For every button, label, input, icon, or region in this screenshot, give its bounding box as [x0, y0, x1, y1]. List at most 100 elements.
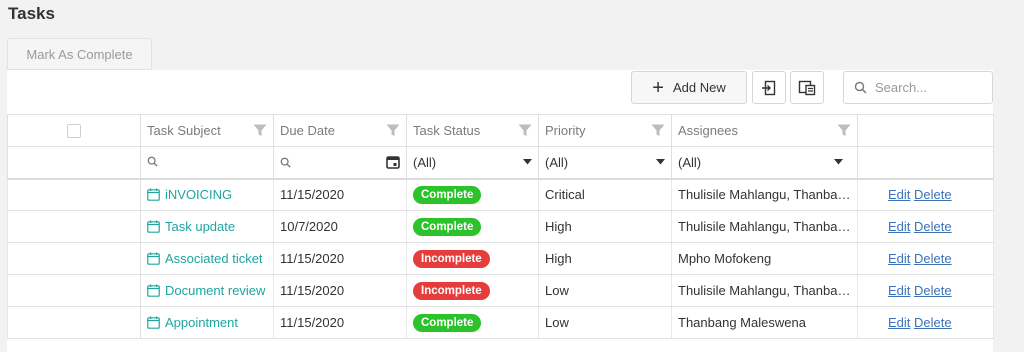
funnel-icon[interactable]	[518, 124, 532, 137]
filter-priority-select[interactable]: (All)	[538, 146, 672, 180]
caret-down-icon	[656, 159, 665, 165]
header-priority[interactable]: Priority	[538, 114, 672, 147]
assignees-text: Thulisile Mahlangu, Thanbang Maleswena	[678, 283, 857, 298]
delete-link[interactable]: Delete	[914, 187, 952, 202]
header-task-status[interactable]: Task Status	[406, 114, 539, 147]
filter-status-select[interactable]: (All)	[406, 146, 539, 180]
edit-link[interactable]: Edit	[888, 283, 910, 298]
cell-due-date: 11/15/2020	[273, 306, 407, 339]
column-chooser-button[interactable]	[790, 71, 824, 104]
search-box[interactable]	[843, 71, 993, 104]
mark-as-complete-button[interactable]: Mark As Complete	[7, 38, 152, 70]
delete-link[interactable]: Delete	[914, 251, 952, 266]
cell-status: Incomplete	[406, 242, 539, 275]
header-assignees[interactable]: Assignees	[671, 114, 858, 147]
delete-link[interactable]: Delete	[914, 219, 952, 234]
cell-actions: Edit Delete	[857, 274, 994, 307]
row-select-cell[interactable]	[7, 274, 141, 307]
row-select-cell[interactable]	[7, 242, 141, 275]
cell-due-date: 11/15/2020	[273, 178, 407, 211]
edit-link[interactable]: Edit	[888, 187, 910, 202]
funnel-icon[interactable]	[651, 124, 665, 137]
due-date-text: 11/15/2020	[280, 283, 345, 298]
cell-assignees: Thanbang Maleswena	[671, 306, 858, 339]
calendar-icon[interactable]	[386, 155, 400, 170]
header-actions	[857, 114, 994, 147]
filter-empty-cell	[7, 146, 141, 180]
table-row[interactable]: Task update 10/7/2020 Complete High Thul…	[7, 210, 994, 243]
assignees-text: Thulisile Mahlangu, Thanbang Maleswena	[678, 219, 857, 234]
cell-subject[interactable]: Appointment	[140, 306, 274, 339]
task-subject-link[interactable]: Task update	[165, 219, 235, 234]
due-date-text: 11/15/2020	[280, 187, 345, 203]
add-new-label: Add New	[672, 80, 726, 95]
table-row[interactable]: Document review 11/15/2020 Incomplete Lo…	[7, 274, 994, 307]
filter-due-date[interactable]	[273, 146, 407, 180]
tasks-grid: Task Subject Due Date Task Status Priori…	[7, 114, 994, 339]
add-new-button[interactable]: + Add New	[631, 71, 747, 104]
task-subject-link[interactable]: iNVOICING	[165, 187, 232, 202]
cell-status: Complete	[406, 178, 539, 211]
edit-link[interactable]: Edit	[888, 251, 910, 266]
filter-subject[interactable]	[140, 146, 274, 180]
table-row[interactable]: Appointment 11/15/2020 Complete Low Than…	[7, 306, 994, 339]
funnel-icon[interactable]	[837, 124, 851, 137]
search-input[interactable]	[875, 80, 985, 95]
cell-priority: High	[538, 210, 672, 243]
calendar-icon	[147, 220, 160, 233]
select-all-cell	[7, 114, 141, 147]
cell-subject[interactable]: Associated ticket	[140, 242, 274, 275]
cell-assignees: Thulisile Mahlangu, Thanbang Maleswena	[671, 274, 858, 307]
task-subject-link[interactable]: Associated ticket	[165, 251, 263, 266]
search-icon	[280, 157, 291, 168]
cell-assignees: Thulisile Mahlangu, Thanbang Maleswena	[671, 178, 858, 211]
funnel-icon[interactable]	[386, 124, 400, 137]
export-button[interactable]	[752, 71, 786, 104]
task-subject-link[interactable]: Appointment	[165, 315, 238, 330]
cell-subject[interactable]: Task update	[140, 210, 274, 243]
select-all-checkbox[interactable]	[67, 123, 81, 138]
cell-due-date: 10/7/2020	[273, 210, 407, 243]
cell-actions: Edit Delete	[857, 242, 994, 275]
cell-actions: Edit Delete	[857, 210, 994, 243]
assignees-text: Thanbang Maleswena	[678, 315, 806, 330]
table-row[interactable]: Associated ticket 11/15/2020 Incomplete …	[7, 242, 994, 275]
cell-priority: Low	[538, 274, 672, 307]
search-icon	[147, 156, 158, 167]
assignees-text: Mpho Mofokeng	[678, 251, 772, 266]
cell-actions: Edit Delete	[857, 178, 994, 211]
cell-subject[interactable]: iNVOICING	[140, 178, 274, 211]
row-select-cell[interactable]	[7, 210, 141, 243]
cell-priority: Critical	[538, 178, 672, 211]
calendar-icon	[147, 316, 160, 329]
calendar-icon	[147, 252, 160, 265]
cell-assignees: Thulisile Mahlangu, Thanbang Maleswena	[671, 210, 858, 243]
task-subject-link[interactable]: Document review	[165, 283, 265, 298]
filter-actions-cell	[857, 146, 994, 180]
header-task-subject[interactable]: Task Subject	[140, 114, 274, 147]
priority-text: High	[545, 219, 572, 234]
status-badge: Incomplete	[413, 281, 490, 300]
filter-assignees-select[interactable]: (All)	[671, 146, 858, 180]
row-select-cell[interactable]	[7, 306, 141, 339]
priority-text: Critical	[545, 187, 585, 203]
edit-link[interactable]: Edit	[888, 315, 910, 330]
delete-link[interactable]: Delete	[914, 315, 952, 330]
search-icon	[854, 81, 867, 94]
delete-link[interactable]: Delete	[914, 283, 952, 298]
edit-link[interactable]: Edit	[888, 219, 910, 234]
page-title: Tasks	[8, 4, 55, 23]
status-badge: Complete	[413, 217, 482, 236]
cell-status: Incomplete	[406, 274, 539, 307]
caret-down-icon	[523, 159, 532, 165]
due-date-text: 11/15/2020	[280, 315, 345, 330]
status-badge: Complete	[413, 185, 482, 204]
cell-subject[interactable]: Document review	[140, 274, 274, 307]
cell-priority: Low	[538, 306, 672, 339]
calendar-icon	[147, 188, 160, 202]
header-due-date[interactable]: Due Date	[273, 114, 407, 147]
row-select-cell[interactable]	[7, 178, 141, 211]
table-row[interactable]: iNVOICING 11/15/2020 Complete Critical T…	[7, 178, 994, 211]
cell-due-date: 11/15/2020	[273, 242, 407, 275]
funnel-icon[interactable]	[253, 124, 267, 137]
